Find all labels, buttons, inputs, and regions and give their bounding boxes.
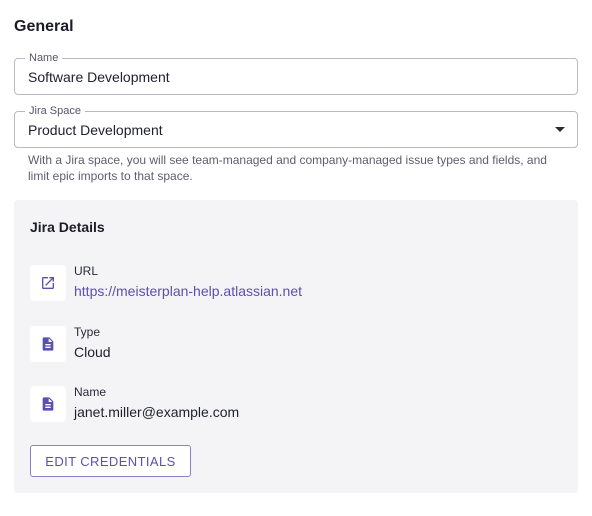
general-settings-page: General Name Software Development Jira S… xyxy=(0,0,592,516)
type-value: Cloud xyxy=(74,344,111,360)
jira-space-label: Jira Space xyxy=(25,105,85,117)
detail-row-url: URL https://meisterplan-help.atlassian.n… xyxy=(30,263,550,303)
jira-details-title: Jira Details xyxy=(30,219,105,235)
name-field-label: Name xyxy=(25,52,63,64)
url-link[interactable]: https://meisterplan-help.atlassian.net xyxy=(74,282,302,300)
jira-space-value[interactable]: Product Development xyxy=(28,122,163,138)
name-field[interactable]: Name Software Development xyxy=(14,52,578,95)
jira-space-select[interactable]: Jira Space Product Development xyxy=(14,105,578,148)
external-link-icon xyxy=(30,265,66,301)
detail-row-name: Name janet.miller@example.com xyxy=(30,384,550,424)
url-label: URL xyxy=(74,264,99,278)
detail-row-type: Type Cloud xyxy=(30,324,550,364)
document-icon xyxy=(30,386,66,422)
jira-space-helper-text: With a Jira space, you will see team-man… xyxy=(28,153,547,183)
edit-credentials-button[interactable]: EDIT CREDENTIALS xyxy=(30,445,191,477)
name-field-value[interactable]: Software Development xyxy=(28,69,170,85)
section-title-general: General xyxy=(14,18,74,35)
name-label: Name xyxy=(74,385,107,399)
type-label: Type xyxy=(74,325,101,339)
dropdown-arrow-icon[interactable] xyxy=(555,127,565,132)
name-value: janet.miller@example.com xyxy=(74,404,240,420)
document-icon xyxy=(30,326,66,362)
jira-details-card: Jira Details URL https://meisterplan-hel… xyxy=(14,200,578,493)
